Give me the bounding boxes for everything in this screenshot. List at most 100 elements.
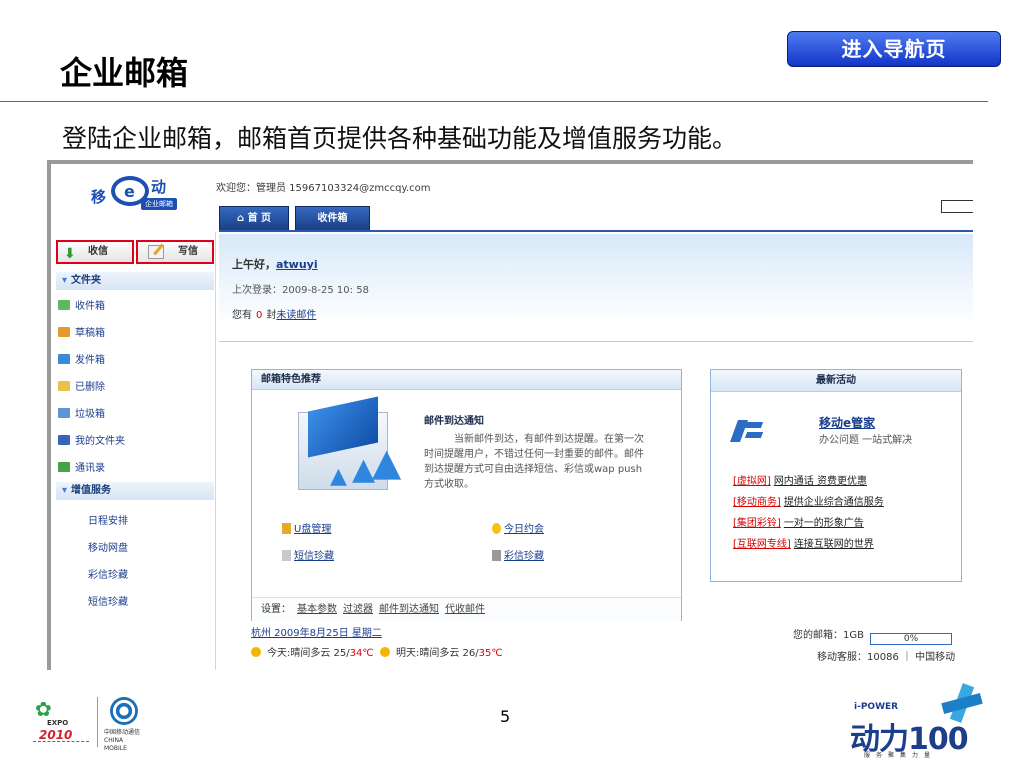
document-icon bbox=[282, 550, 291, 561]
activity-item[interactable]: [虚拟网] 网内通话 资费更优惠 bbox=[733, 472, 867, 487]
activity-header: 最新活动 bbox=[711, 370, 961, 392]
activity-tag: [移动商务] bbox=[733, 497, 781, 508]
feature-description: 当新邮件到达，有邮件到达提醒。在第一次时间提醒用户，不错过任何一封重要的邮件。邮… bbox=[424, 434, 644, 490]
logo-badge: 企业邮箱 bbox=[141, 198, 177, 210]
sidebar-item-label: 发件箱 bbox=[75, 355, 105, 366]
slide-subtitle: 登陆企业邮箱，邮箱首页提供各种基础功能及增值服务功能。 bbox=[62, 124, 738, 153]
folders-title: 文件夹 bbox=[71, 275, 102, 286]
today-appointment-link[interactable]: 今日约会 bbox=[492, 520, 544, 535]
expo-mark-icon: ✿ bbox=[35, 697, 52, 721]
sidebar-item-inbox[interactable]: 收件箱 bbox=[58, 300, 105, 314]
footer-divider bbox=[97, 697, 98, 747]
sidebar-item-label: 垃圾箱 bbox=[75, 409, 105, 420]
greeting-panel: 上午好，atwuyi 上次登录：2009-8-25 10: 58 您有 0 封未读邮… bbox=[219, 234, 973, 342]
activity-tag: [虚拟网] bbox=[733, 476, 771, 487]
logo-char-right: 动 bbox=[151, 178, 167, 196]
tab-inbox[interactable]: 收件箱 bbox=[295, 206, 370, 230]
e-manager-link[interactable]: 移动e管家 bbox=[819, 414, 875, 431]
settings-collect-link[interactable]: 代收邮件 bbox=[445, 604, 485, 615]
smiley-icon bbox=[492, 523, 501, 534]
today-high: 34℃ bbox=[349, 648, 374, 659]
sidebar-item-schedule[interactable]: 日程安排 bbox=[88, 512, 128, 527]
tomorrow-weather: 明天:晴间多云 26/ bbox=[395, 648, 479, 659]
feature-header: 邮箱特色推荐 bbox=[252, 370, 681, 390]
expo-year: 2010 bbox=[39, 728, 73, 742]
sidebar-item-label: 收件箱 bbox=[75, 301, 105, 312]
greeting-prefix: 上午好， bbox=[232, 258, 276, 271]
up-arrow-icon: ▲ bbox=[330, 464, 347, 489]
sidebar-item-sms[interactable]: 短信珍藏 bbox=[88, 593, 128, 608]
mailbox-quota: 您的邮箱：1GB 0% bbox=[793, 626, 952, 645]
greeting: 上午好，atwuyi bbox=[232, 256, 318, 272]
ipower-text: i-POWER bbox=[854, 702, 899, 712]
receive-label: 收信 bbox=[88, 246, 108, 257]
feature-title: 邮件到达通知 bbox=[424, 416, 484, 427]
sun-icon bbox=[251, 647, 261, 657]
activity-item[interactable]: [移动商务] 提供企业综合通信服务 bbox=[733, 493, 884, 508]
weather-date-link[interactable]: 杭州 2009年8月25日 星期二 bbox=[251, 624, 382, 639]
sidebar-item-spam[interactable]: 垃圾箱 bbox=[58, 408, 105, 422]
sidebar-item-contacts[interactable]: 通讯录 bbox=[58, 462, 105, 476]
e-manager-icon bbox=[729, 416, 764, 444]
settings-filter-link[interactable]: 过滤器 bbox=[343, 604, 373, 615]
sidebar-item-deleted[interactable]: 已删除 bbox=[58, 381, 105, 395]
sidebar-item-label: 草稿箱 bbox=[75, 328, 105, 339]
activity-text: 连接互联网的世界 bbox=[793, 539, 874, 550]
settings-basic-link[interactable]: 基本参数 bbox=[297, 604, 337, 615]
write-button[interactable]: 写信 bbox=[136, 240, 214, 264]
settings-notify-link[interactable]: 邮件到达通知 bbox=[379, 604, 439, 615]
activity-item[interactable]: [互联网专线] 连接互联网的世界 bbox=[733, 535, 874, 550]
quota-bar: 0% bbox=[869, 633, 952, 645]
sidebar-item-my-folders[interactable]: 我的文件夹 bbox=[58, 435, 125, 449]
username-link[interactable]: atwuyi bbox=[276, 258, 318, 271]
activity-item[interactable]: [集团彩铃] 一对一的形象广告 bbox=[733, 514, 864, 529]
image-icon bbox=[492, 550, 501, 561]
china-mobile-logo: 中国移动通信 CHINA MOBILE bbox=[104, 697, 144, 752]
inbox-icon bbox=[58, 300, 70, 310]
tab-home[interactable]: ⌂ 首 页 bbox=[219, 206, 289, 230]
tab-underline bbox=[219, 230, 973, 232]
sidebar-item-drafts[interactable]: 草稿箱 bbox=[58, 327, 105, 341]
activity-text: 提供企业综合通信服务 bbox=[783, 497, 884, 508]
mailbox-screenshot: 移 e 动 企业邮箱 欢迎您：管理员 15967103324@zmccqy.co… bbox=[47, 160, 973, 670]
folder-icon bbox=[58, 408, 70, 418]
down-arrow-icon: ⬇ bbox=[64, 246, 76, 262]
sidebar-item-netdisk[interactable]: 移动网盘 bbox=[88, 539, 128, 554]
udisk-link[interactable]: U盘管理 bbox=[282, 520, 331, 535]
unread-mail-link[interactable]: 未读邮件 bbox=[276, 310, 316, 321]
mail-sidebar: ⬇ 收信 写信 ▾ 文件夹 收件箱 草稿箱 发件箱 已删除 垃圾箱 我的文件夹 通… bbox=[51, 232, 216, 670]
enter-navigation-button[interactable]: 进入导航页 bbox=[787, 31, 1001, 67]
activity-tag: [互联网专线] bbox=[733, 539, 791, 550]
activity-text: 一对一的形象广告 bbox=[783, 518, 864, 529]
today-weather: 今天:晴间多云 25/ bbox=[267, 648, 350, 659]
vas-header[interactable]: ▾ 增值服务 bbox=[56, 482, 214, 500]
receive-button[interactable]: ⬇ 收信 bbox=[56, 240, 134, 264]
sidebar-item-sent[interactable]: 发件箱 bbox=[58, 354, 105, 368]
drafts-icon bbox=[58, 327, 70, 337]
mms-collection-link[interactable]: 彩信珍藏 bbox=[492, 547, 544, 562]
logo-char-left: 移 bbox=[91, 188, 107, 206]
sidebar-item-mms[interactable]: 彩信珍藏 bbox=[88, 566, 128, 581]
vas-title: 增值服务 bbox=[71, 485, 112, 496]
power-slogan: 服务聚集力量 bbox=[864, 752, 937, 759]
link-label: 彩信珍藏 bbox=[504, 551, 544, 562]
settings-label: 设置： bbox=[261, 604, 291, 615]
title-divider bbox=[0, 101, 988, 102]
link-label: 短信珍藏 bbox=[294, 551, 334, 562]
sms-collection-link[interactable]: 短信珍藏 bbox=[282, 547, 334, 562]
china-mobile-icon bbox=[110, 697, 138, 725]
sun-icon bbox=[379, 647, 390, 657]
expo-2010-logo: ✿ EXPO 2010 bbox=[33, 697, 89, 751]
expo-underline bbox=[33, 741, 89, 745]
settings-bar: 设置： 基本参数 过滤器 邮件到达通知 代收邮件 bbox=[252, 597, 681, 621]
activity-tag: [集团彩铃] bbox=[733, 518, 781, 529]
chevron-down-icon: ▾ bbox=[62, 485, 68, 496]
compose-row: ⬇ 收信 写信 bbox=[56, 240, 216, 264]
mobile-mail-logo: 移 e 动 企业邮箱 bbox=[89, 176, 199, 214]
up-arrow-icon: ▲ bbox=[372, 440, 402, 484]
sidebar-item-label: 通讯录 bbox=[75, 463, 105, 474]
folders-header[interactable]: ▾ 文件夹 bbox=[56, 272, 214, 290]
sent-icon bbox=[58, 354, 70, 364]
top-right-box[interactable] bbox=[941, 200, 973, 213]
expo-text: EXPO bbox=[47, 719, 69, 727]
